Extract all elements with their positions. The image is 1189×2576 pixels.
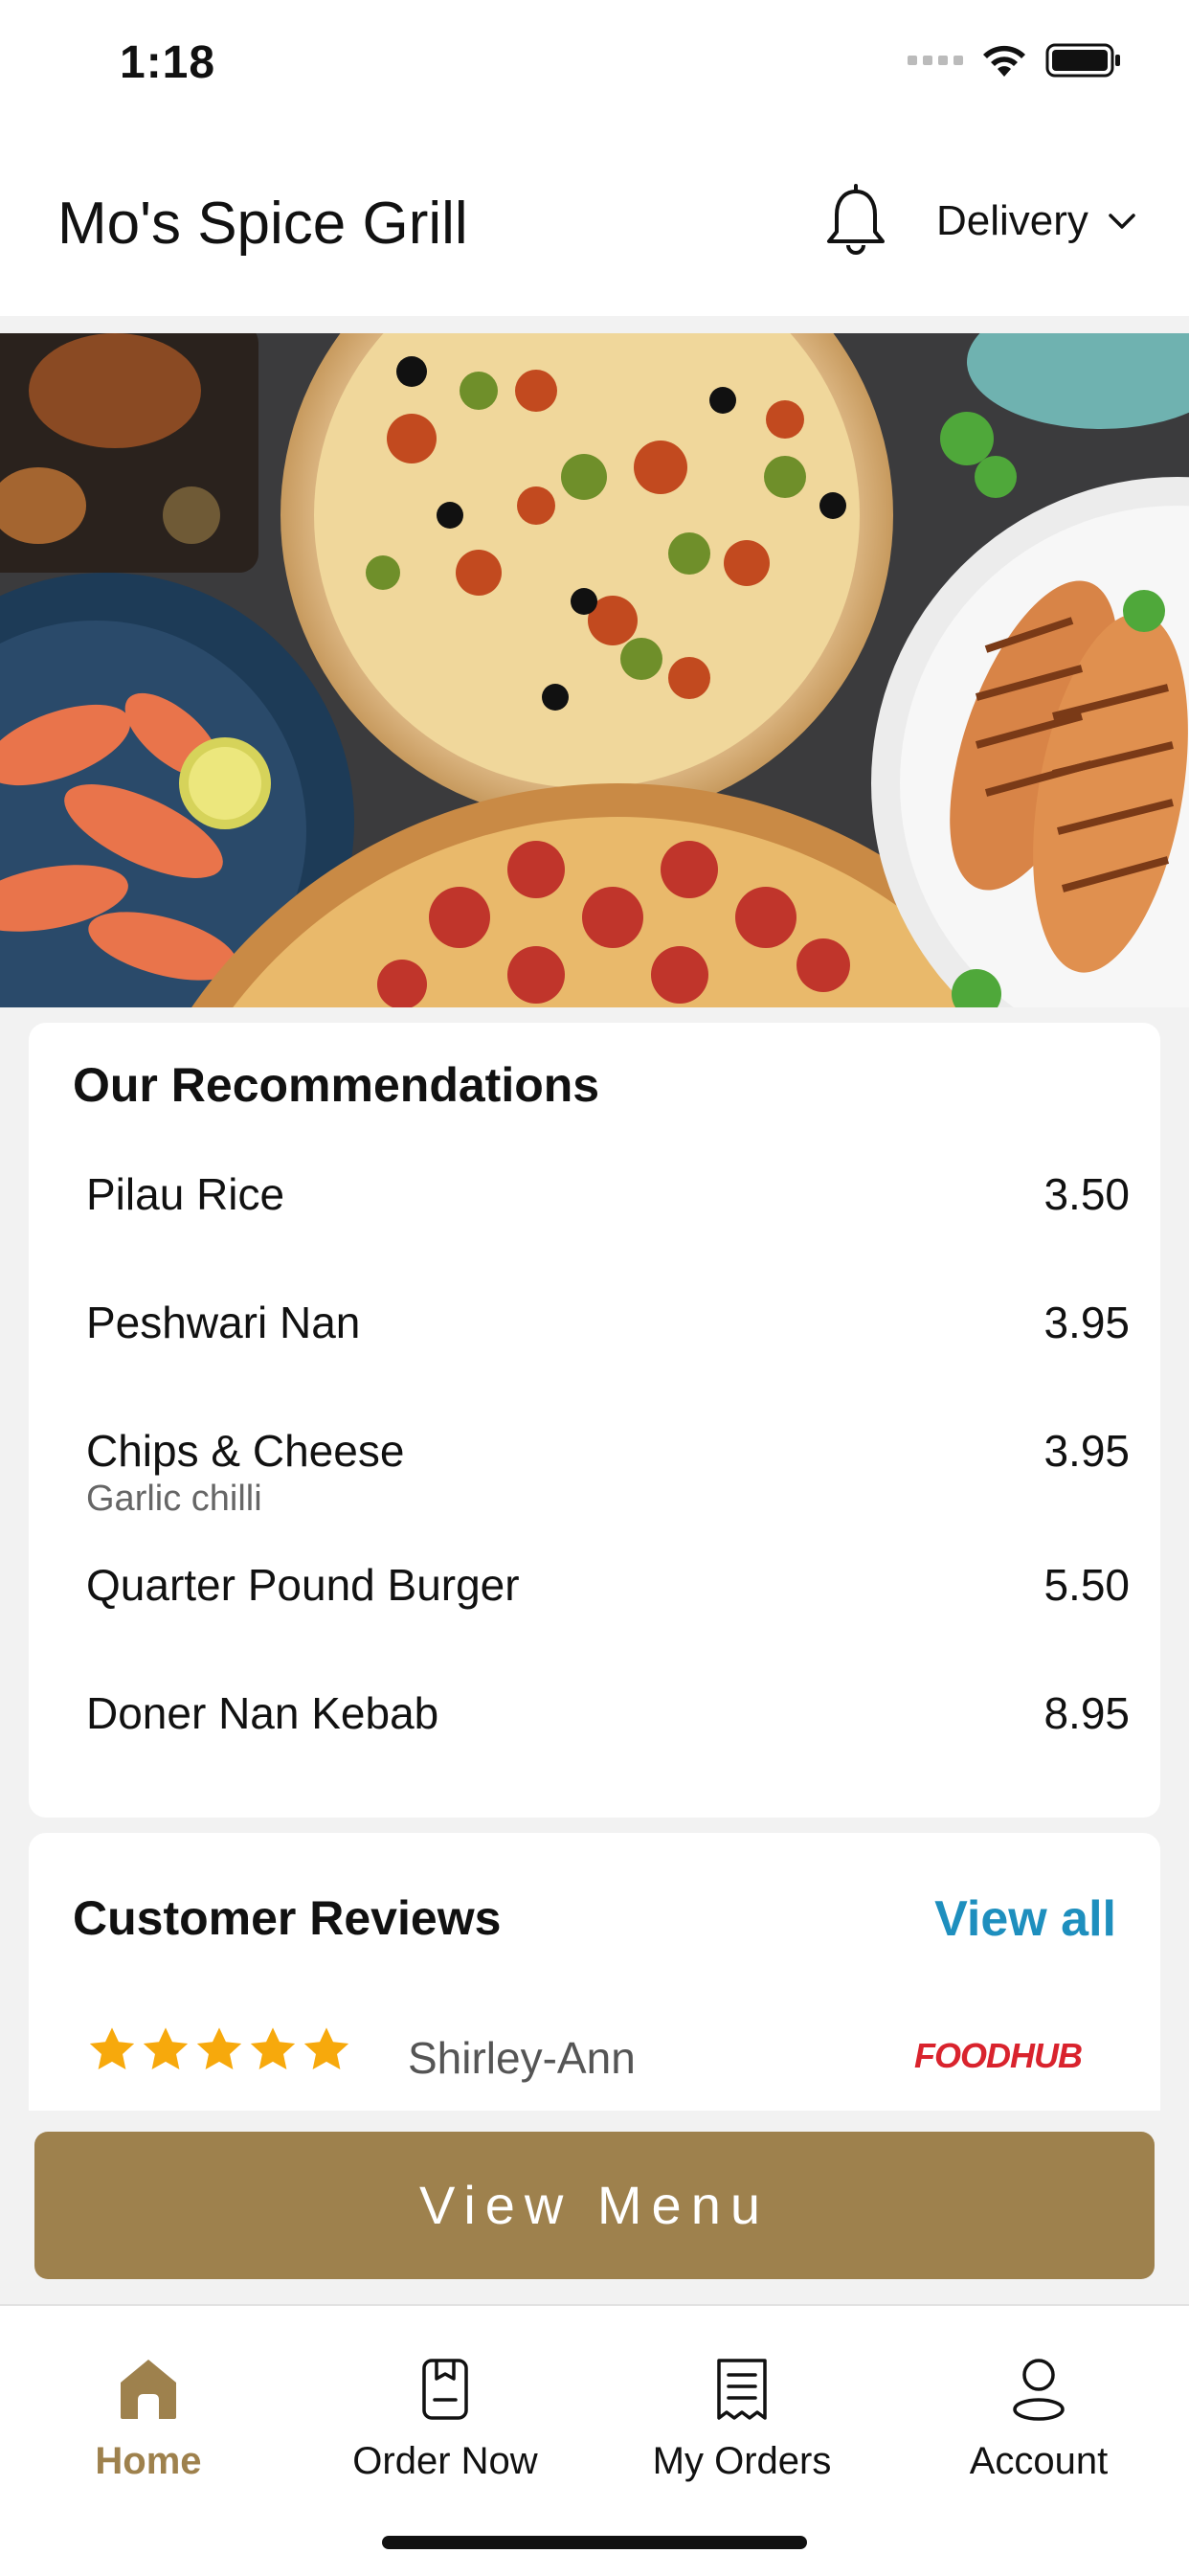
foodhub-logo: FOODHUB: [914, 2036, 1083, 2075]
status-bar: 1:18: [0, 0, 1189, 134]
item-name: Doner Nan Kebab: [86, 1688, 439, 1738]
customer-reviews-card: Customer Reviews View all Shirley-Ann FO…: [29, 1833, 1160, 2111]
star-icon: [89, 2027, 135, 2070]
battery-icon: [1045, 43, 1120, 78]
rating-stars: [86, 2024, 352, 2076]
item-price: 3.95: [1043, 1426, 1130, 1476]
star-icon: [143, 2027, 189, 2070]
nav-account[interactable]: Account: [890, 2350, 1187, 2483]
view-all-reviews-link[interactable]: View all: [934, 1890, 1116, 1948]
item-name: Pilau Rice: [86, 1169, 285, 1219]
wifi-icon: [983, 45, 1025, 77]
item-price: 5.50: [1043, 1560, 1130, 1610]
item-price: 8.95: [1043, 1688, 1130, 1738]
nav-label: Account: [969, 2440, 1109, 2482]
recommendation-item[interactable]: Doner Nan Kebab 8.95: [86, 1687, 1130, 1754]
nav-label: Home: [95, 2440, 202, 2482]
star-icon: [196, 2027, 242, 2070]
reviews-title: Customer Reviews: [73, 1891, 502, 1945]
recommendations-title: Our Recommendations: [73, 1058, 600, 1112]
nav-label: Order Now: [352, 2440, 538, 2482]
star-icon: [303, 2027, 349, 2070]
recommendation-item[interactable]: Quarter Pound Burger 5.50: [86, 1559, 1130, 1626]
order-mode-label: Delivery: [936, 197, 1088, 244]
item-name: Quarter Pound Burger: [86, 1560, 520, 1610]
reviewer-name: Shirley-Ann: [408, 2033, 636, 2083]
food-banner-image: [0, 333, 1189, 1007]
bell-icon[interactable]: [821, 184, 890, 260]
home-indicator[interactable]: [382, 2536, 807, 2549]
receipt-icon: [717, 2359, 767, 2420]
star-icon: [250, 2027, 296, 2070]
order-icon: [422, 2359, 468, 2420]
item-name: Peshwari Nan: [86, 1298, 361, 1347]
review-item[interactable]: Shirley-Ann FOODHUB: [86, 2024, 1110, 2091]
store-title: Mo's Spice Grill: [57, 191, 468, 257]
nav-my-orders[interactable]: My Orders: [594, 2350, 890, 2483]
recommendation-item[interactable]: Pilau Rice 3.50: [86, 1168, 1130, 1235]
status-icons: [908, 42, 1122, 79]
recommendation-item[interactable]: Peshwari Nan 3.95: [86, 1297, 1130, 1364]
item-price: 3.50: [1043, 1169, 1130, 1219]
home-icon: [121, 2360, 176, 2419]
nav-label: My Orders: [652, 2440, 832, 2482]
nav-home[interactable]: Home: [0, 2350, 297, 2483]
status-time: 1:18: [120, 37, 216, 88]
hero-food-image: [0, 333, 1189, 1007]
recommendation-item[interactable]: Chips & Cheese 3.95 Garlic chilli: [86, 1425, 1130, 1530]
item-price: 3.95: [1043, 1298, 1130, 1347]
nav-order-now[interactable]: Order Now: [297, 2350, 594, 2483]
chevron-down-icon: [1109, 214, 1135, 229]
view-menu-button[interactable]: View Menu: [34, 2132, 1155, 2279]
order-mode-selector[interactable]: Delivery: [936, 197, 1136, 245]
item-name: Chips & Cheese: [86, 1426, 405, 1476]
signal-icon: [908, 56, 963, 65]
recommendations-card: Our Recommendations Pilau Rice 3.50 Pesh…: [29, 1023, 1160, 1818]
user-icon: [1013, 2359, 1065, 2421]
item-description: Garlic chilli: [86, 1479, 262, 1519]
app-header: Mo's Spice Grill Delivery: [0, 134, 1189, 316]
